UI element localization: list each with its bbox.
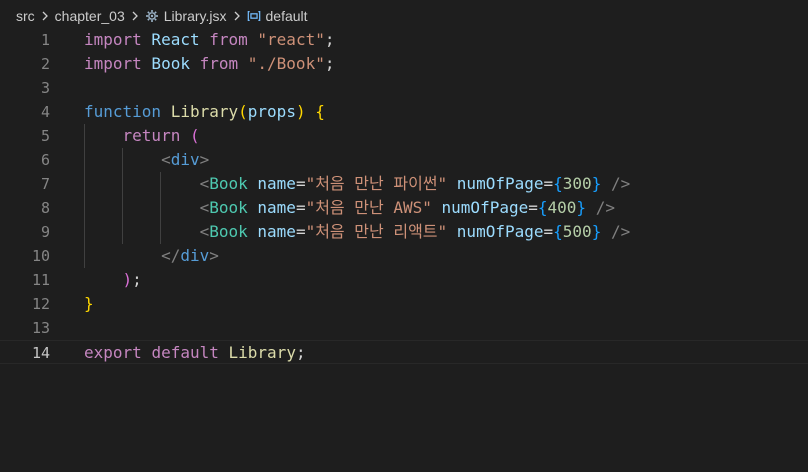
code-line[interactable]: 13: [0, 316, 808, 340]
chevron-right-icon: [39, 10, 51, 22]
line-number: 11: [31, 271, 50, 289]
code-line[interactable]: 11 );: [0, 268, 808, 292]
line-number: 8: [40, 199, 50, 217]
code-text: import Book from "./Book";: [84, 54, 335, 73]
code-text: <Book name="처음 만난 리액트" numOfPage={500} /…: [199, 222, 631, 241]
line-number: 3: [40, 79, 50, 97]
line-number: 1: [40, 31, 50, 49]
code-text: <Book name="처음 만난 AWS" numOfPage={400} /…: [199, 198, 615, 217]
breadcrumb-symbol-label: default: [265, 8, 308, 24]
code-line[interactable]: 12 }: [0, 292, 808, 316]
code-text: );: [122, 270, 142, 289]
code-line[interactable]: 1 import React from "react";: [0, 28, 808, 52]
chevron-right-icon: [129, 10, 141, 22]
code-line[interactable]: 10 </div>: [0, 244, 808, 268]
code-line[interactable]: 7 <Book name="처음 만난 파이썬" numOfPage={300}…: [0, 172, 808, 196]
chevron-right-icon: [231, 10, 243, 22]
code-editor[interactable]: 1 import React from "react"; 2 import Bo…: [0, 28, 808, 472]
line-number: 13: [31, 319, 50, 337]
line-number: 7: [40, 175, 50, 193]
react-gear-icon: [145, 9, 159, 23]
code-text: }: [84, 294, 94, 313]
line-number: 9: [40, 223, 50, 241]
line-number: 12: [31, 295, 50, 313]
breadcrumb-item-symbol[interactable]: default: [247, 8, 308, 24]
line-number: 10: [31, 247, 50, 265]
breadcrumb-item-chapter[interactable]: chapter_03: [55, 8, 125, 24]
symbol-variable-icon: [247, 9, 261, 23]
line-number: 4: [40, 103, 50, 121]
code-text: import React from "react";: [84, 30, 335, 49]
line-number: 6: [40, 151, 50, 169]
code-text: function Library(props) {: [84, 102, 325, 121]
code-text: <div>: [161, 150, 210, 169]
code-line[interactable]: 9 <Book name="처음 만난 리액트" numOfPage={500}…: [0, 220, 808, 244]
line-number: 14: [31, 344, 50, 362]
breadcrumb-item-file[interactable]: Library.jsx: [145, 8, 227, 24]
code-line[interactable]: 6 <div>: [0, 148, 808, 172]
code-text: export default Library;: [84, 343, 306, 362]
line-number: 5: [40, 127, 50, 145]
code-line[interactable]: 2 import Book from "./Book";: [0, 52, 808, 76]
code-line[interactable]: 3: [0, 76, 808, 100]
breadcrumb-file-label: Library.jsx: [163, 8, 227, 24]
code-line-current[interactable]: 14 export default Library;: [0, 340, 808, 364]
line-number: 2: [40, 55, 50, 73]
code-line[interactable]: 5 return (: [0, 124, 808, 148]
code-text: return (: [122, 126, 200, 145]
code-line[interactable]: 8 <Book name="처음 만난 AWS" numOfPage={400}…: [0, 196, 808, 220]
code-text: <Book name="처음 만난 파이썬" numOfPage={300} /…: [199, 174, 631, 193]
code-text: </div>: [161, 246, 219, 265]
code-line[interactable]: 4 function Library(props) {: [0, 100, 808, 124]
breadcrumb-item-src[interactable]: src: [16, 8, 35, 24]
